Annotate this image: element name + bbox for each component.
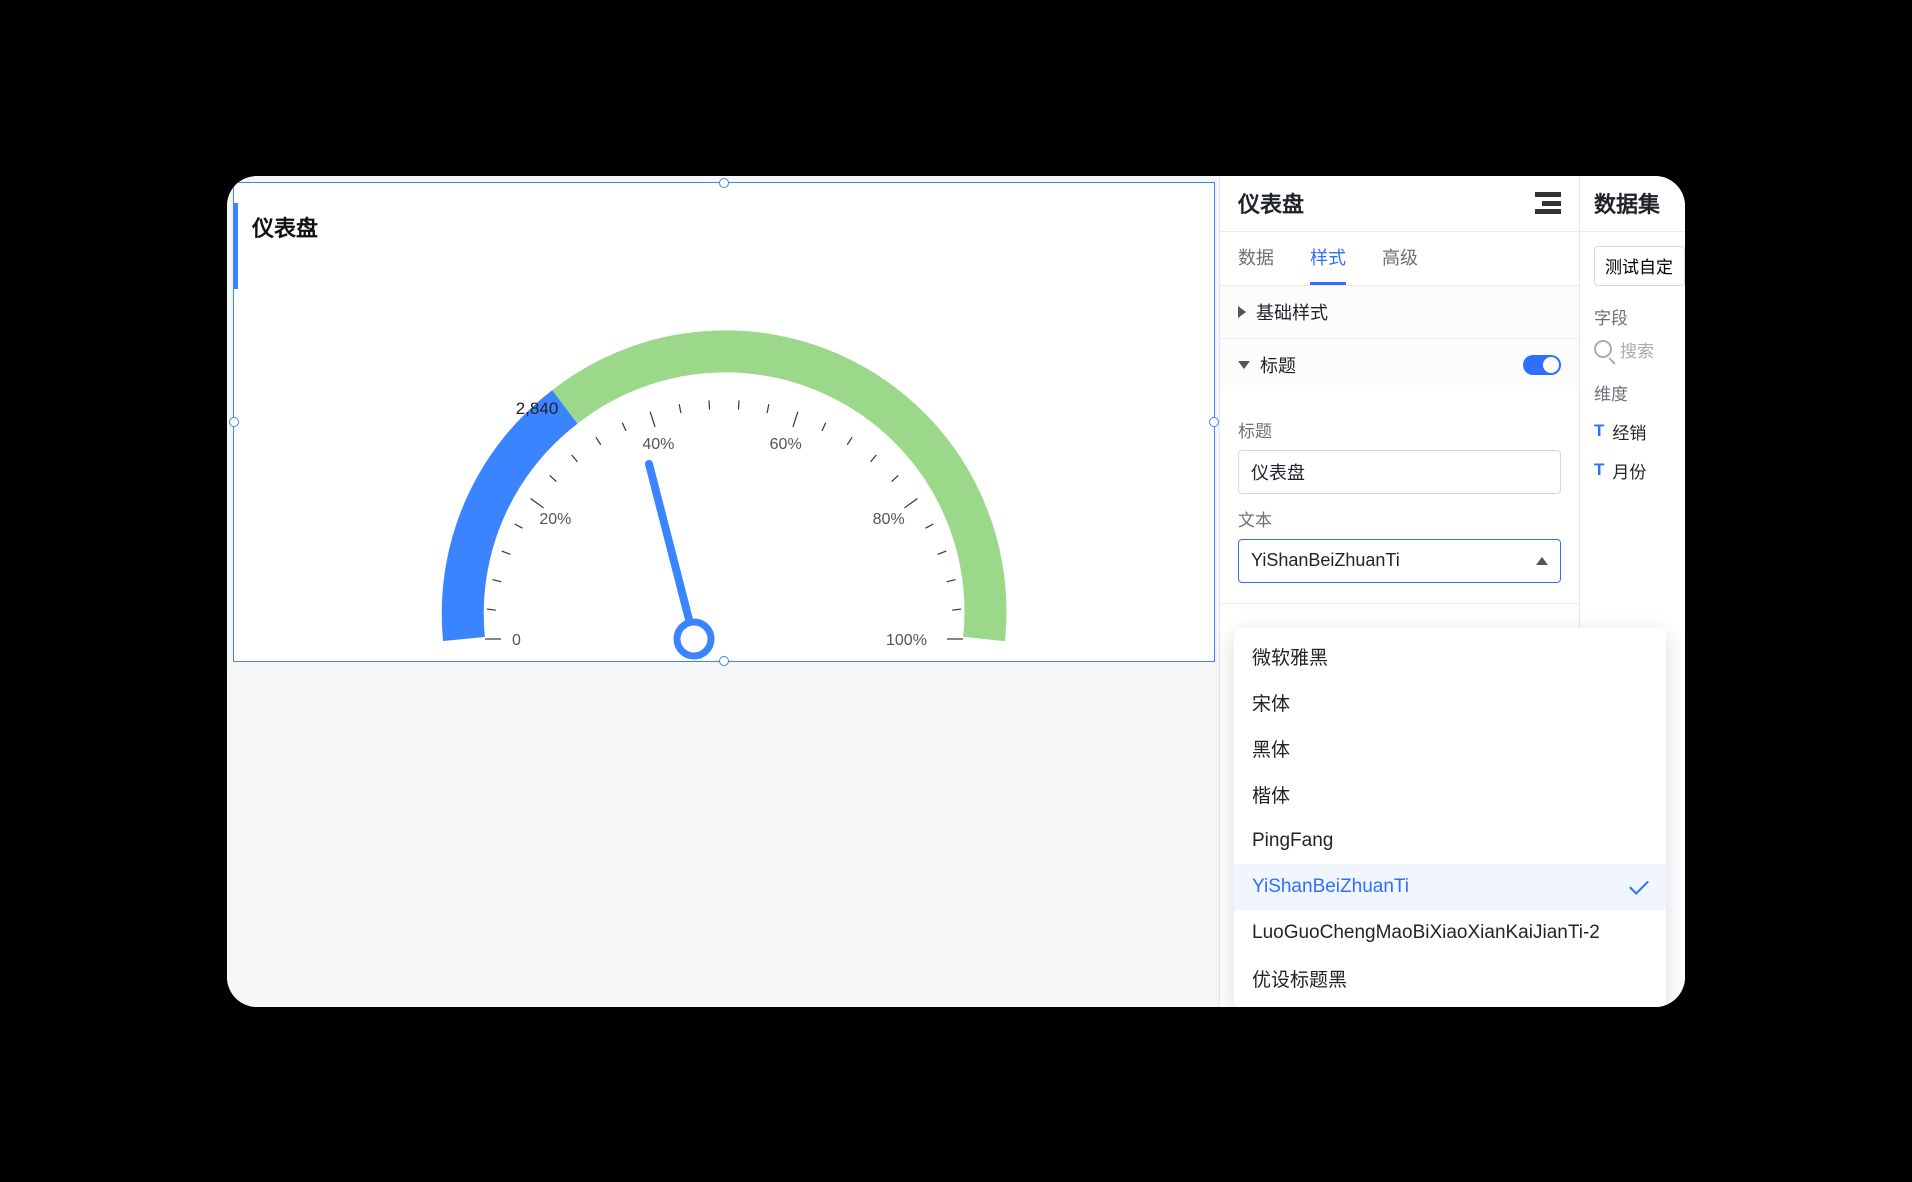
font-option[interactable]: 黑体 xyxy=(1234,726,1666,772)
tick-60: 60% xyxy=(770,436,802,453)
panel-title: 仪表盘 xyxy=(1238,187,1304,219)
check-icon xyxy=(1629,875,1649,895)
tick-20: 20% xyxy=(539,510,571,527)
field-search[interactable]: 搜索 xyxy=(1594,337,1685,362)
search-icon xyxy=(1594,340,1612,358)
text-type-icon: T xyxy=(1594,460,1604,480)
chevron-up-icon xyxy=(1536,557,1548,565)
section-basic-label: 基础样式 xyxy=(1256,299,1561,325)
text-type-icon: T xyxy=(1594,421,1604,441)
dataset-panel-title: 数据集 xyxy=(1580,176,1685,232)
canvas-area[interactable]: 仪表盘 0 20% 40% 60% 80% 100% xyxy=(227,176,1219,1007)
widget-accent-bar xyxy=(234,203,238,289)
tab-advanced[interactable]: 高级 xyxy=(1382,231,1418,285)
gauge-value: 2,840 xyxy=(516,399,559,419)
section-title[interactable]: 标题 xyxy=(1220,339,1579,391)
text-field-label: 文本 xyxy=(1238,506,1561,531)
font-select-value: YiShanBeiZhuanTi xyxy=(1251,550,1400,571)
fields-label: 字段 xyxy=(1594,304,1685,329)
font-option[interactable]: PingFang xyxy=(1234,818,1666,864)
font-option[interactable]: 宋体 xyxy=(1234,680,1666,726)
dataset-select-value: 测试自定 xyxy=(1605,253,1673,278)
section-title-label: 标题 xyxy=(1260,352,1513,378)
font-option[interactable]: LuoGuoChengMaoBiXiaoXianKaiJianTi-2 xyxy=(1234,910,1666,956)
title-enabled-toggle[interactable] xyxy=(1523,355,1561,375)
chevron-right-icon xyxy=(1238,306,1246,318)
tick-0: 0 xyxy=(512,632,521,649)
resize-handle-w[interactable] xyxy=(229,417,239,427)
dataset-select[interactable]: 测试自定 xyxy=(1594,246,1685,286)
tab-data[interactable]: 数据 xyxy=(1238,231,1274,285)
widget-title: 仪表盘 xyxy=(252,211,318,243)
dimension-field[interactable]: T 经销 xyxy=(1594,419,1685,444)
search-placeholder: 搜索 xyxy=(1620,337,1654,362)
font-option-selected[interactable]: YiShanBeiZhuanTi xyxy=(1234,864,1666,910)
tick-80: 80% xyxy=(873,510,905,527)
font-select[interactable]: YiShanBeiZhuanTi xyxy=(1238,539,1561,583)
chevron-down-icon xyxy=(1238,361,1250,369)
gauge-needle xyxy=(649,464,711,656)
gauge-widget[interactable]: 仪表盘 0 20% 40% 60% 80% 100% xyxy=(233,182,1215,662)
font-option[interactable]: 微软雅黑 xyxy=(1234,634,1666,680)
resize-handle-n[interactable] xyxy=(719,178,729,188)
tick-100: 100% xyxy=(886,632,927,649)
section-basic-style[interactable]: 基础样式 xyxy=(1220,286,1579,338)
tab-style[interactable]: 样式 xyxy=(1310,231,1346,285)
properties-panel: 仪表盘 数据 样式 高级 基础样式 标 xyxy=(1219,176,1579,1007)
gauge-chart: 0 20% 40% 60% 80% 100% xyxy=(414,239,1034,679)
font-dropdown: 微软雅黑 宋体 黑体 楷体 PingFang YiShanBeiZhuanTi … xyxy=(1234,628,1666,1007)
collapse-panel-icon[interactable] xyxy=(1535,192,1561,214)
font-option[interactable]: 优设标题黑 xyxy=(1234,956,1666,1002)
dimension-field[interactable]: T 月份 xyxy=(1594,458,1685,483)
title-input[interactable] xyxy=(1238,450,1561,494)
title-field-label: 标题 xyxy=(1238,417,1561,442)
dimensions-label: 维度 xyxy=(1594,380,1685,405)
dimension-name: 经销 xyxy=(1612,419,1646,444)
dimension-name: 月份 xyxy=(1612,458,1646,483)
font-option[interactable]: 楷体 xyxy=(1234,772,1666,818)
tick-40: 40% xyxy=(642,436,674,453)
resize-handle-e[interactable] xyxy=(1209,417,1219,427)
